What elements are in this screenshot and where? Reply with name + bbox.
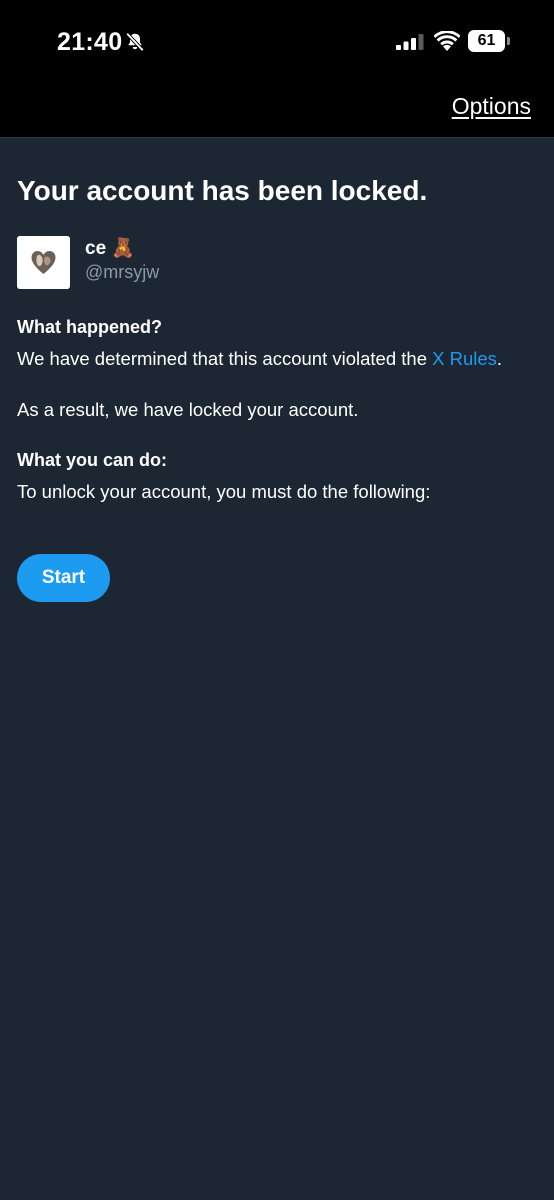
- heart-photo-icon: [17, 236, 70, 289]
- avatar: [17, 236, 70, 289]
- x-rules-link[interactable]: X Rules: [432, 348, 497, 369]
- what-happened-text: We have determined that this account vio…: [17, 348, 502, 370]
- bell-slash-icon: [125, 32, 145, 52]
- signal-icon: [396, 34, 424, 50]
- battery-cap: [507, 37, 510, 45]
- battery-icon: 61: [468, 30, 510, 52]
- teddy-bear-icon: 🧸: [111, 238, 136, 259]
- status-time: 21:40: [57, 28, 123, 56]
- unlock-instructions: To unlock your account, you must do the …: [17, 481, 431, 502]
- violation-text: We have determined that this account vio…: [17, 348, 433, 369]
- user-name: ce: [85, 238, 107, 259]
- top-bar: 21:40 61 Options: [0, 0, 554, 138]
- result-text: As a result, we have locked your account…: [17, 399, 359, 420]
- user-handle: @mrsyjw: [85, 262, 160, 282]
- start-button[interactable]: Start: [17, 554, 110, 602]
- violation-text-end: .: [496, 348, 503, 369]
- battery-level: 61: [468, 30, 505, 52]
- what-you-can-do-heading: What you can do:: [17, 450, 167, 470]
- display-name: ce 🧸: [85, 236, 135, 260]
- wifi-icon: [434, 31, 460, 51]
- page-title: Your account has been locked.: [17, 175, 428, 206]
- what-happened-heading: What happened?: [17, 317, 162, 337]
- options-link[interactable]: Options: [452, 93, 531, 120]
